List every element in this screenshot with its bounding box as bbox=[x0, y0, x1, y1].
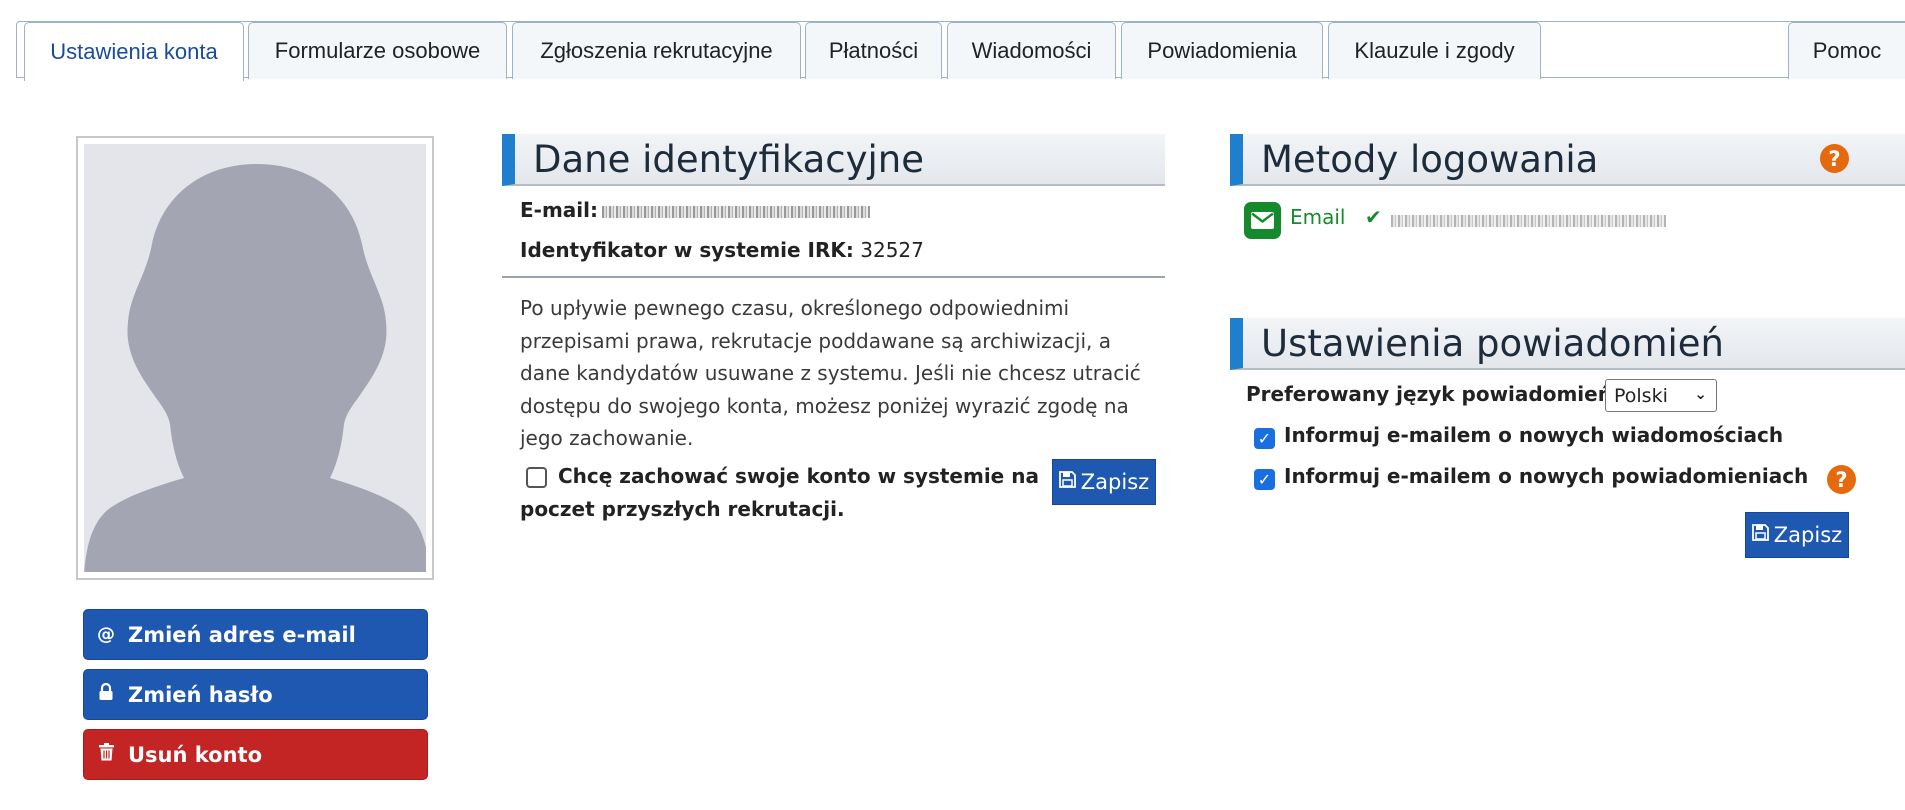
change-password-button[interactable]: Zmień hasło bbox=[83, 669, 428, 720]
floppy-disk-icon bbox=[1058, 471, 1076, 493]
irk-id-row: Identyfikator w systemie IRK: 32527 bbox=[520, 238, 924, 262]
tab-personal-forms[interactable]: Formularze osobowe bbox=[248, 22, 507, 79]
lock-icon bbox=[96, 682, 116, 706]
keep-account-label: Chcę zachować swoje konto w systemie na … bbox=[520, 464, 1039, 521]
tab-account-settings[interactable]: Ustawienia konta bbox=[24, 22, 244, 81]
save-notifications-label: Zapisz bbox=[1773, 523, 1843, 547]
tab-clauses-consents[interactable]: Klauzule i zgody bbox=[1328, 22, 1541, 79]
email-label: E-mail: bbox=[520, 198, 599, 222]
change-password-label: Zmień hasło bbox=[128, 682, 273, 707]
login-email-redacted bbox=[1391, 215, 1666, 227]
at-icon: @ bbox=[97, 624, 115, 645]
trash-icon bbox=[96, 743, 116, 766]
irk-id-value: 32527 bbox=[860, 238, 924, 262]
tab-recruitment-applications[interactable]: Zgłoszenia rekrutacyjne bbox=[512, 22, 801, 79]
preferred-language-select[interactable]: Polski ⌄ bbox=[1605, 379, 1717, 412]
tab-payments[interactable]: Płatności bbox=[805, 22, 942, 79]
divider bbox=[502, 276, 1165, 278]
preferred-language-value: Polski bbox=[1614, 384, 1668, 407]
notifications-help-icon[interactable]: ? bbox=[1827, 465, 1856, 494]
notify-notifications-label: Informuj e-mailem o nowych powiadomienia… bbox=[1284, 464, 1809, 488]
login-methods-section-title: Metody logowania bbox=[1230, 134, 1905, 186]
notify-notifications-checkbox[interactable]: ✓ bbox=[1254, 469, 1275, 490]
avatar-silhouette-icon bbox=[84, 164, 426, 572]
tab-notifications[interactable]: Powiadomienia bbox=[1121, 22, 1323, 79]
avatar bbox=[76, 136, 434, 580]
identification-section-title: Dane identyfikacyjne bbox=[502, 134, 1165, 186]
archive-note: Po upływie pewnego czasu, określonego od… bbox=[520, 296, 1141, 450]
chevron-down-icon: ⌄ bbox=[1694, 385, 1707, 403]
notify-messages-checkbox[interactable]: ✓ bbox=[1254, 428, 1275, 449]
change-email-label: Zmień adres e-mail bbox=[128, 622, 356, 647]
notification-settings-section-title: Ustawienia powiadomień bbox=[1230, 318, 1905, 370]
save-identification-button[interactable]: Zapisz bbox=[1052, 459, 1156, 505]
delete-account-label: Usuń konto bbox=[128, 742, 263, 767]
tab-messages[interactable]: Wiadomości bbox=[947, 22, 1116, 79]
email-value-redacted bbox=[602, 206, 870, 218]
notify-messages-label: Informuj e-mailem o nowych wiadomościach bbox=[1284, 423, 1784, 447]
verified-check-icon: ✔ bbox=[1365, 205, 1382, 229]
change-email-button[interactable]: @ Zmień adres e-mail bbox=[83, 609, 428, 660]
delete-account-button[interactable]: Usuń konto bbox=[83, 729, 428, 780]
envelope-icon bbox=[1244, 202, 1281, 239]
login-method-email-label: Email bbox=[1290, 205, 1346, 229]
tab-help[interactable]: Pomoc bbox=[1788, 22, 1905, 79]
save-notifications-button[interactable]: Zapisz bbox=[1745, 512, 1849, 558]
login-methods-help-icon[interactable]: ? bbox=[1820, 144, 1849, 173]
irk-id-label: Identyfikator w systemie IRK: bbox=[520, 238, 854, 262]
save-identification-label: Zapisz bbox=[1080, 470, 1150, 494]
preferred-language-label: Preferowany język powiadomień: bbox=[1246, 382, 1620, 406]
floppy-disk-icon bbox=[1751, 524, 1769, 546]
